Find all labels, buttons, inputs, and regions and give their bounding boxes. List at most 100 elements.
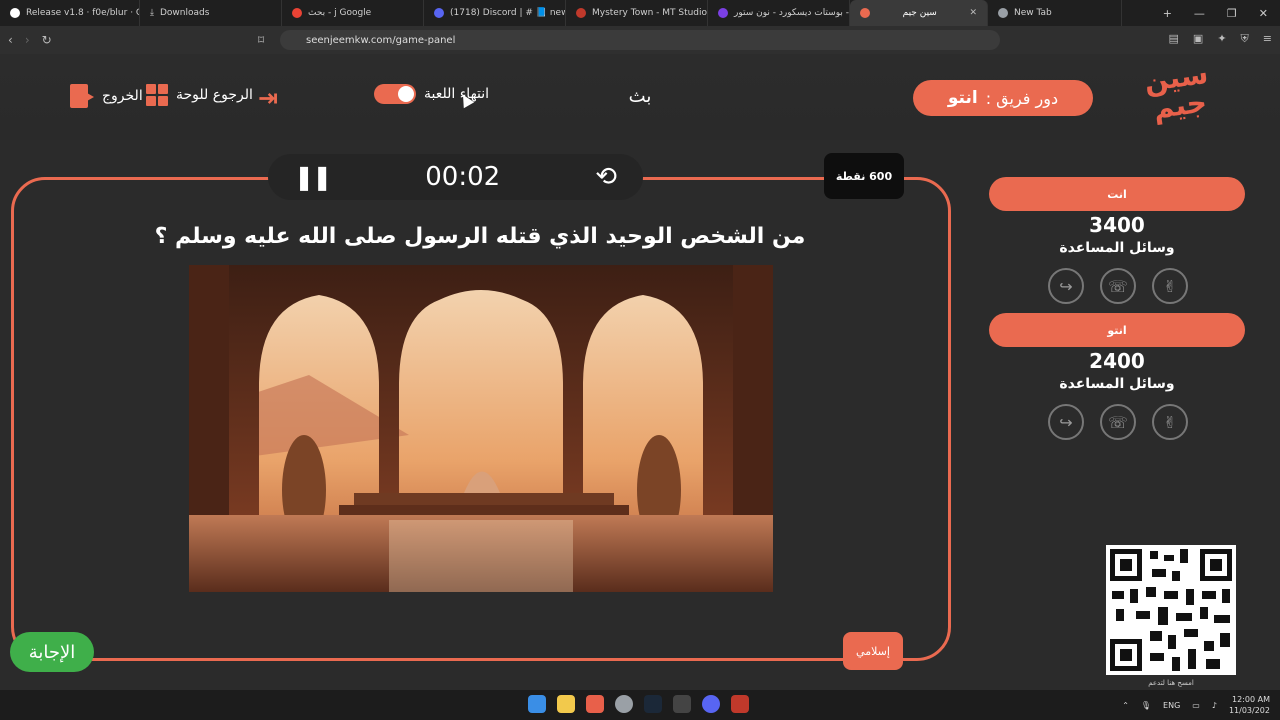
seen-jeem-icon [860, 8, 870, 18]
taskbar-apps [528, 695, 749, 713]
file-explorer-icon[interactable] [557, 695, 575, 713]
settings-icon[interactable] [615, 695, 633, 713]
call-forward-icon[interactable]: ↪ [1048, 404, 1084, 440]
timer-display: 00:02 [425, 162, 501, 192]
phone-icon[interactable]: ☏ [1100, 268, 1136, 304]
exit-label: الخروج [102, 88, 143, 104]
tab-new-tab[interactable]: New Tab [988, 0, 1122, 26]
vpn-icon[interactable]: ⛨ [1241, 32, 1249, 46]
chevron-up-icon[interactable]: ⌃ [1122, 701, 1129, 710]
turn-prefix: دور فريق : [985, 88, 1059, 108]
browser-extensions: ▤ ▣ ✦ ⛨ ≡ [1169, 32, 1273, 46]
tab-label: (1718) Discord | # 📘 new | F [450, 8, 565, 18]
store-icon [718, 8, 728, 18]
browser-tab-strip: Release v1.8 · f0e/blur · GitHub ⤓ Downlo… [0, 0, 1280, 26]
menu-icon[interactable]: ≡ [1263, 32, 1272, 46]
tab-github[interactable]: Release v1.8 · f0e/blur · GitHub [0, 0, 140, 26]
tab-label: New Tab [1014, 8, 1052, 18]
forward-icon[interactable]: › [25, 33, 30, 47]
microphone-icon[interactable]: 🎙 [1141, 701, 1151, 710]
game-name: بث [628, 86, 652, 107]
wallet-icon[interactable]: ▣ [1193, 32, 1203, 46]
team-2-score: 2400 [1089, 349, 1145, 373]
team-1-score: 3400 [1089, 213, 1145, 237]
reload-icon[interactable]: ↻ [42, 33, 52, 47]
bookmark-icon[interactable]: ⌑ [258, 33, 264, 47]
google-icon [292, 8, 302, 18]
logo-line: جيم [1150, 85, 1209, 126]
tab-label: Downloads [159, 8, 210, 18]
exit-button[interactable]: الخروج [70, 84, 143, 108]
sidebar-icon[interactable]: ▤ [1169, 32, 1179, 46]
team-1-name-pill: انت [989, 177, 1245, 211]
download-icon: ⤓ [150, 8, 154, 18]
clock[interactable]: 12:00 AM 11/03/202 [1229, 694, 1270, 716]
tab-discord-posts[interactable]: بوستات ديسكورد - نون ستور - · [708, 0, 850, 26]
tab-label: بحث - j Google [308, 8, 372, 18]
board-grid-icon [146, 84, 168, 106]
url-text: seenjeemkw.com/game-panel [306, 34, 456, 46]
discord-icon [434, 8, 444, 18]
new-tab-icon [998, 8, 1008, 18]
points-badge: 600 نقطة [824, 153, 904, 199]
window-controls: + — ❐ ✕ [1163, 7, 1280, 20]
victory-hand-icon[interactable]: ✌ [1152, 268, 1188, 304]
qr-code[interactable] [1106, 545, 1236, 675]
start-icon[interactable] [528, 695, 546, 713]
close-icon[interactable]: ✕ [969, 8, 977, 18]
back-to-board-button[interactable]: الرجوع للوحة [146, 84, 253, 106]
team-1-aids-label: وسائل المساعدة [1059, 240, 1175, 256]
system-tray: ⌃ 🎙 ENG ▭ ♪ 12:00 AM 11/03/202 [1122, 694, 1270, 716]
team-2-aids: ↪ ☏ ✌ [1048, 404, 1188, 440]
brave-icon[interactable] [586, 695, 604, 713]
timer-bar: ❚❚ 00:02 ⟲ [268, 154, 643, 200]
github-icon [10, 8, 20, 18]
discord-icon[interactable] [702, 695, 720, 713]
tab-label: Release v1.8 · f0e/blur · GitHub [26, 8, 139, 18]
clock-date: 11/03/202 [1228, 706, 1270, 715]
pause-icon[interactable]: ❚❚ [294, 163, 332, 191]
tab-mystery-town[interactable]: Mystery Town - MT Studios | M [566, 0, 708, 26]
app-icon[interactable] [731, 695, 749, 713]
steam-icon[interactable] [644, 695, 662, 713]
clock-time: 12:00 AM [1232, 695, 1270, 704]
address-bar[interactable]: seenjeemkw.com/game-panel [280, 30, 1000, 50]
new-tab-plus-icon[interactable]: + [1163, 7, 1172, 20]
tab-google[interactable]: بحث - j Google [282, 0, 424, 26]
exit-door-icon [70, 84, 94, 108]
restore-icon[interactable]: ❐ [1227, 7, 1237, 20]
back-to-board-label: الرجوع للوحة [176, 87, 253, 103]
victory-hand-icon[interactable]: ✌ [1152, 404, 1188, 440]
question-text: من الشخص الوحيد الذي قتله الرسول صلى الل… [154, 224, 806, 249]
mosque-arches-illustration [189, 265, 773, 592]
tab-downloads[interactable]: ⤓ Downloads [140, 0, 282, 26]
netflix-icon [576, 8, 586, 18]
qr-caption: امسح هنا لتدعم [1148, 679, 1194, 687]
seen-jeem-logo: سين جيم [1142, 57, 1213, 126]
volume-icon[interactable]: ♪ [1212, 701, 1217, 710]
team-2-aids-label: وسائل المساعدة [1059, 376, 1175, 392]
team-2-name-pill: انتو [989, 313, 1245, 347]
close-window-icon[interactable]: ✕ [1259, 7, 1268, 20]
tab-discord[interactable]: (1718) Discord | # 📘 new | F [424, 0, 566, 26]
turn-team-name: انتو [947, 88, 978, 108]
minimize-icon[interactable]: — [1194, 7, 1205, 20]
language-indicator[interactable]: ENG [1163, 701, 1180, 710]
phone-icon[interactable]: ☏ [1100, 404, 1136, 440]
category-badge: إسلامي [843, 632, 903, 670]
arrow-right-icon: ⇥ [258, 84, 279, 112]
end-game-toggle[interactable] [374, 84, 416, 104]
end-game-button[interactable]: ⇥ [258, 84, 278, 112]
windows-taskbar: ⌃ 🎙 ENG ▭ ♪ 12:00 AM 11/03/202 [0, 690, 1280, 720]
qr-pattern [1110, 549, 1232, 671]
call-forward-icon[interactable]: ↪ [1048, 268, 1084, 304]
leo-icon[interactable]: ✦ [1217, 32, 1226, 46]
reveal-answer-button[interactable]: الإجابة [10, 632, 94, 672]
back-icon[interactable]: ‹ [8, 33, 13, 47]
epic-icon[interactable] [673, 695, 691, 713]
team-turn-pill: دور فريق : انتو [913, 80, 1093, 116]
network-icon[interactable]: ▭ [1192, 701, 1200, 710]
team-1-aids: ↪ ☏ ✌ [1048, 268, 1188, 304]
tab-seen-jeem[interactable]: سين جيم ✕ [850, 0, 988, 26]
reset-timer-icon[interactable]: ⟲ [595, 162, 617, 192]
